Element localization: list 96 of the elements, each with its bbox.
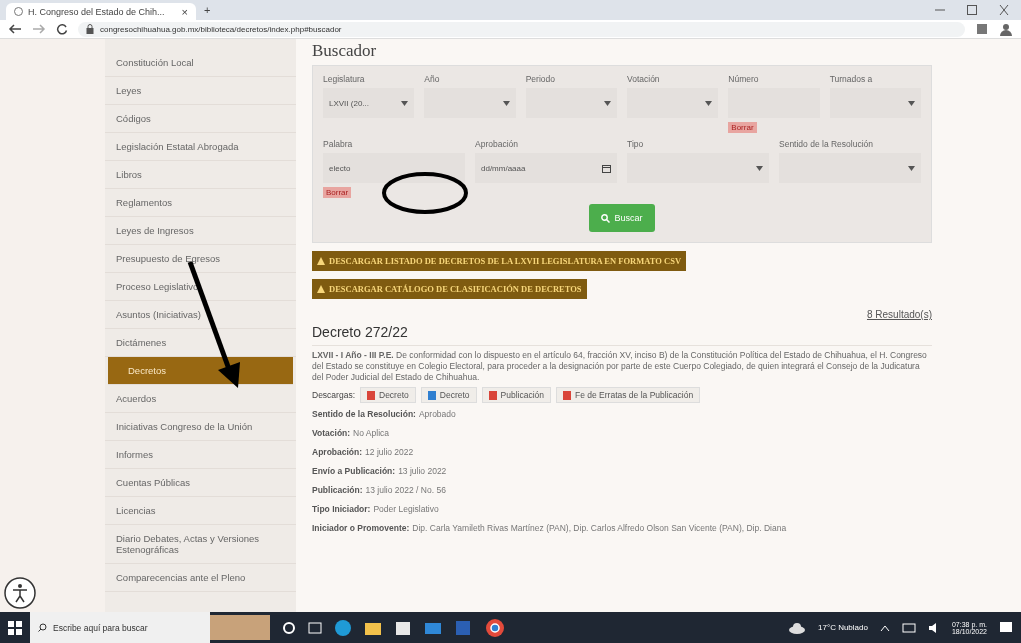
new-tab-button[interactable]: + xyxy=(204,4,211,16)
sidebar-item[interactable]: Decretos xyxy=(108,357,293,385)
field-label: Periodo xyxy=(525,74,555,84)
sidebar-item[interactable]: Asuntos (Iniciativas) xyxy=(105,301,296,329)
caret-icon xyxy=(756,165,763,171)
download-button[interactable]: DESCARGAR LISTADO DE DECRETOS DE LA LXVII LEGISLATURA EN FORMATO CSV xyxy=(312,251,687,271)
caret-icon xyxy=(907,100,915,106)
sidebar-item[interactable]: Licencias xyxy=(105,497,296,525)
sidebar-item[interactable]: Informes xyxy=(105,441,296,469)
field-value: Aprobado xyxy=(418,409,456,420)
input-field[interactable]: electo xyxy=(323,153,465,183)
reload-icon[interactable] xyxy=(56,23,68,35)
start-icon[interactable] xyxy=(8,620,22,635)
field-label: Palabra xyxy=(323,139,353,149)
field-value: 13 julio 2022 / No. 56 xyxy=(365,485,446,496)
cortana-icon[interactable] xyxy=(282,620,296,635)
lock-icon xyxy=(86,24,94,34)
close-icon[interactable] xyxy=(997,5,1011,15)
chrome-icon[interactable] xyxy=(484,616,506,639)
accessibility-icon[interactable] xyxy=(3,576,37,610)
field-name: Sentido de la Resolución: xyxy=(312,409,416,420)
warning-icon xyxy=(317,257,325,265)
sidebar-item[interactable]: Comparecencias ante el Pleno xyxy=(105,564,296,592)
field-value: Dip. Carla Yamileth Rivas Martínez (PAN), Dip. Carlos Alfredo Olson San Vicente (PAN), Dip. Diana xyxy=(412,523,787,534)
sidebar-item[interactable]: Legislación Estatal Abrogada xyxy=(105,133,296,161)
results-count: 8 Resultado(s) xyxy=(866,309,932,320)
cloud-icon xyxy=(788,621,807,634)
profile-icon[interactable] xyxy=(999,22,1013,36)
field-value: 13 julio 2022 xyxy=(398,466,447,477)
word-icon[interactable] xyxy=(454,618,472,637)
sidebar-item[interactable]: Acuerdos xyxy=(105,385,296,413)
field-label: Turnados a xyxy=(829,74,873,84)
sidebar-item[interactable]: Iniciativas Congreso de la Unión xyxy=(105,413,296,441)
field-name: Votación: xyxy=(312,428,351,439)
caret-icon xyxy=(908,165,915,171)
file-button[interactable]: Publicación xyxy=(481,387,551,403)
decree-title: Decreto 272/22 xyxy=(312,324,932,346)
dropdown[interactable]: LXVII (20... xyxy=(323,88,415,118)
edge-icon[interactable] xyxy=(334,618,352,637)
field-value: No Aplica xyxy=(353,428,389,439)
field-label: Legislatura xyxy=(323,74,365,84)
section-title: Buscador xyxy=(312,41,377,61)
field-name: Publicación: xyxy=(312,485,363,496)
file-button[interactable]: Decreto xyxy=(360,387,416,403)
field-name: Iniciador o Promovente: xyxy=(312,523,410,534)
caret-icon xyxy=(502,100,510,106)
back-icon[interactable] xyxy=(8,23,22,35)
tab-title: H. Congreso del Estado de Chih... xyxy=(28,6,166,17)
field-label: Aprobación xyxy=(475,139,518,149)
field-label: Año xyxy=(424,74,440,84)
search-icon xyxy=(38,623,47,632)
caret-icon xyxy=(401,100,409,106)
sidebar-item[interactable]: Diario Debates, Actas y Versiones Estenográficas xyxy=(105,525,296,564)
sidebar-item[interactable]: Códigos xyxy=(105,105,296,133)
browser-tab[interactable]: H. Congreso del Estado de Chih... × xyxy=(6,3,196,20)
weather-text[interactable]: 17°C Nublado xyxy=(818,623,868,632)
clear-badge[interactable]: Borrar xyxy=(323,187,352,198)
date-field[interactable]: dd/mm/aaaa xyxy=(475,153,617,183)
sidebar-item[interactable]: Presupuesto de Egresos xyxy=(105,245,296,273)
sidebar-item[interactable]: Libros xyxy=(105,161,296,189)
field-label: Número xyxy=(728,74,759,84)
address-field[interactable]: congresochihuahua.gob.mx/biblioteca/decretos/index.php#buscador xyxy=(78,21,965,37)
field-value: 12 julio 2022 xyxy=(365,447,414,458)
tray-caret-icon[interactable] xyxy=(879,623,890,632)
notification-icon[interactable] xyxy=(999,620,1013,635)
decree-summary: LXVII - I Año - III P.E. De conformidad con lo dispuesto en el artículo 64, fracción XV, inciso B) de la Constitución Política del Estado de Chihuahua, el H. Congreso del Estado se constituye en Colegio Electoral, para proceder a la designación por parte de este Cuerpo Colegiado, de quien integrará el Consejo de la Judicatura del Poder Judicial del Estado de Chihuahua. xyxy=(312,350,928,383)
downloads-label: Descargas: xyxy=(312,390,355,400)
clear-badge[interactable]: Borrar xyxy=(728,122,757,133)
file-button[interactable]: Fe de Erratas de la Publicación xyxy=(556,387,701,403)
task-view-icon[interactable] xyxy=(308,620,322,635)
calendar-icon[interactable] xyxy=(602,163,611,173)
maximize-icon[interactable] xyxy=(965,5,979,15)
search-button[interactable]: Buscar xyxy=(589,204,655,232)
search-highlight-picture xyxy=(210,615,270,640)
sidebar-item[interactable]: Constitución Local xyxy=(105,49,296,77)
file-button[interactable]: Decreto xyxy=(420,387,477,403)
field-label: Votación xyxy=(627,74,660,84)
extension-icon[interactable] xyxy=(975,22,989,36)
tab-close-button[interactable]: × xyxy=(181,5,188,18)
sidebar-item[interactable]: Leyes de Ingresos xyxy=(105,217,296,245)
warning-icon xyxy=(317,285,325,293)
field-name: Tipo Iniciador: xyxy=(312,504,371,515)
caret-icon xyxy=(604,100,611,106)
field-name: Aprobación: xyxy=(312,447,363,458)
taskbar-search-field[interactable]: Escribe aquí para buscar xyxy=(30,612,210,643)
sidebar-item[interactable]: Cuentas Públicas xyxy=(105,469,296,497)
network-icon[interactable] xyxy=(901,621,916,634)
search-icon xyxy=(601,213,611,223)
field-label: Sentido de la Resolución xyxy=(779,139,874,149)
sidebar-item[interactable]: Leyes xyxy=(105,77,296,105)
field-label: Tipo xyxy=(627,139,644,149)
caret-icon xyxy=(705,100,713,106)
field-value: Poder Legislativo xyxy=(373,504,439,515)
sidebar-item[interactable]: Reglamentos xyxy=(105,189,296,217)
download-button[interactable]: DESCARGAR CATÁLOGO DE CLASIFICACIÓN DE DECRETOS xyxy=(312,279,587,299)
field-name: Envío a Publicación: xyxy=(312,466,396,477)
